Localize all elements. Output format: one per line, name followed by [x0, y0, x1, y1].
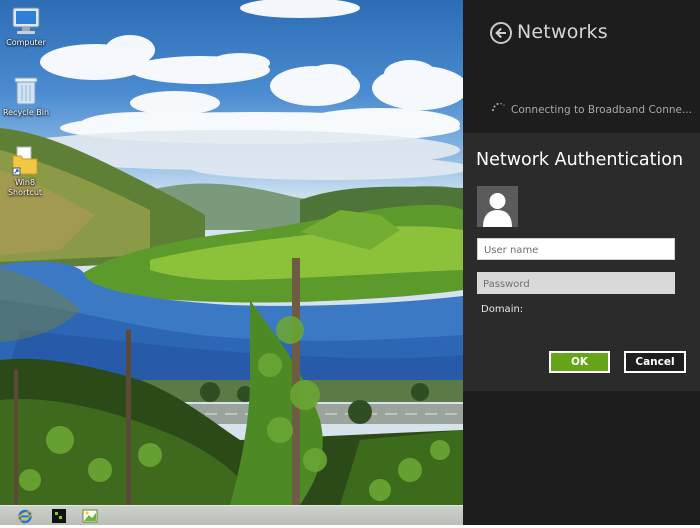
networks-header: Networks Connecting to Broadband Conne..… [463, 0, 700, 133]
paint-icon [82, 509, 98, 523]
domain-label: Domain: [481, 304, 524, 315]
desktop-icon-recycle-bin[interactable]: Recycle Bin [0, 76, 54, 118]
password-input[interactable] [477, 272, 675, 294]
connection-status: Connecting to Broadband Conne... [511, 104, 692, 116]
taskbar-button-paint[interactable] [82, 508, 98, 524]
recycle-bin-icon [14, 77, 38, 105]
desktop-icon-computer[interactable]: Computer [0, 6, 54, 48]
ok-button[interactable]: OK [549, 351, 610, 373]
back-button[interactable] [490, 22, 512, 44]
computer-icon [12, 7, 40, 34]
landscape-background [0, 0, 463, 505]
dialog-title: Network Authentication [476, 150, 684, 170]
taskbar-button-internet-explorer[interactable] [17, 508, 33, 524]
desktop-icon-win8-shortcut[interactable]: Win8 Shortcut [0, 146, 52, 198]
progress-spinner-icon [492, 102, 505, 111]
back-arrow-icon [495, 27, 506, 39]
user-icon [483, 193, 512, 227]
desktop-icon-label: Recycle Bin [2, 108, 50, 117]
taskbar-button-terminal[interactable] [51, 508, 67, 524]
internet-explorer-icon [17, 509, 33, 524]
terminal-icon [52, 509, 66, 523]
panel-title: Networks [517, 21, 608, 43]
networks-charm-panel: Networks Connecting to Broadband Conne..… [463, 0, 700, 525]
desktop-wallpaper: Computer Recycle Bin Win8 Shortcut [0, 0, 463, 505]
cancel-button[interactable]: Cancel [624, 351, 686, 373]
user-avatar [477, 186, 518, 227]
username-input[interactable] [477, 238, 675, 260]
network-authentication-dialog: Network Authentication Domain: OK Cancel [463, 133, 700, 391]
folder-shortcut-icon [12, 146, 38, 176]
desktop-icon-label: Win8 Shortcut [7, 178, 43, 197]
taskbar [0, 505, 463, 525]
desktop-icon-label: Computer [6, 38, 46, 47]
